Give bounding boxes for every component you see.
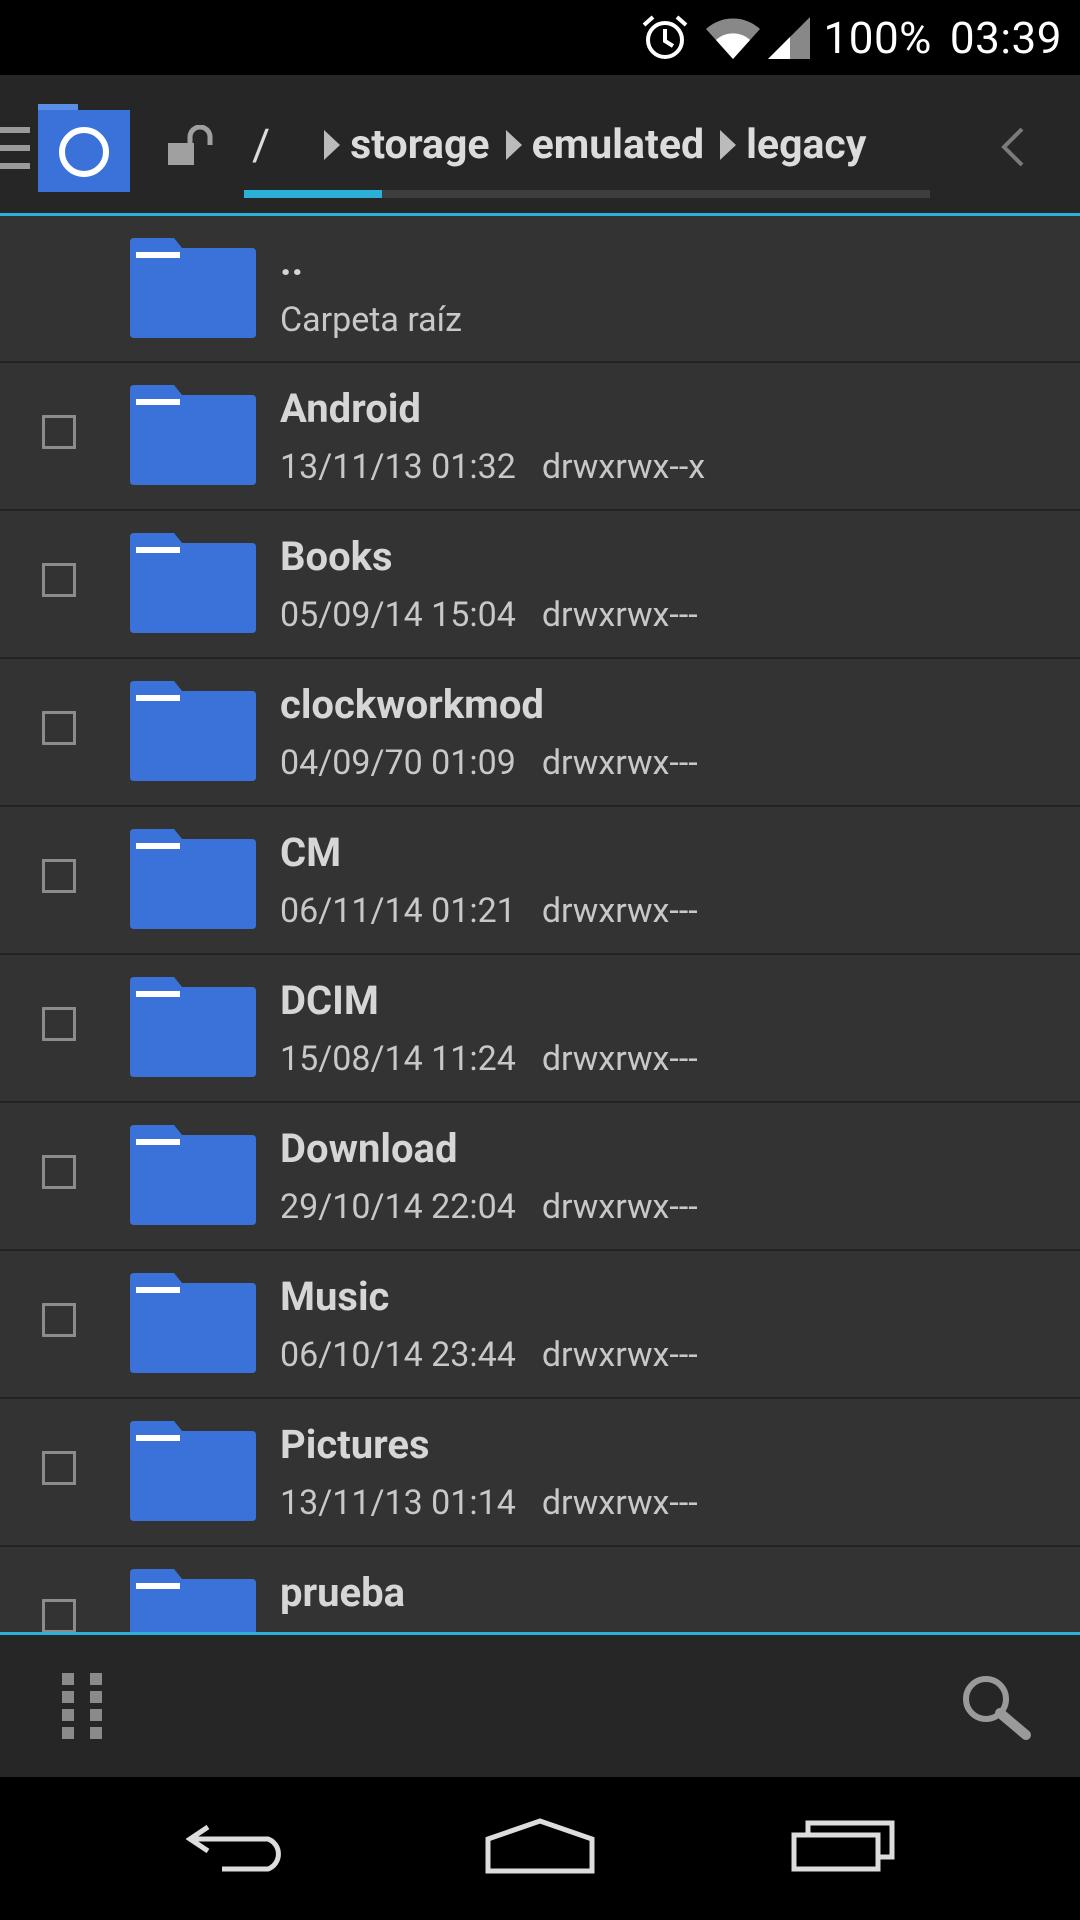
folder-icon <box>130 238 256 342</box>
item-date: 29/10/14 22:04 <box>280 1187 516 1227</box>
list-item-parent[interactable]: .. Carpeta raíz <box>0 216 1080 363</box>
unlock-icon[interactable] <box>166 124 218 173</box>
item-permissions: drwxrwx--- <box>541 891 698 931</box>
folder-icon <box>130 1421 256 1525</box>
item-permissions: drwxrwx--- <box>541 1039 698 1079</box>
list-item[interactable]: prueba <box>0 1547 1080 1632</box>
alarm-icon <box>640 13 690 63</box>
item-subtitle: Carpeta raíz <box>280 300 462 340</box>
item-name: Books <box>280 533 393 580</box>
clock: 03:39 <box>949 11 1062 64</box>
item-checkbox[interactable] <box>42 1303 76 1337</box>
list-item[interactable]: clockworkmod 04/09/70 01:09 drwxrwx--- <box>0 659 1080 807</box>
item-meta: 06/11/14 01:21 drwxrwx--- <box>280 891 698 931</box>
item-checkbox[interactable] <box>42 1007 76 1041</box>
item-meta: 15/08/14 11:24 drwxrwx--- <box>280 1039 698 1079</box>
folder-icon <box>130 385 256 489</box>
folder-icon <box>130 1125 256 1229</box>
breadcrumb-arrow-icon <box>322 130 341 160</box>
item-date: 05/09/14 15:04 <box>280 595 516 635</box>
item-permissions: drwxrwx--- <box>541 1335 698 1375</box>
item-date: 13/11/13 01:14 <box>280 1483 516 1523</box>
breadcrumb-arrow-icon <box>504 130 522 160</box>
menu-icon[interactable] <box>0 125 30 175</box>
item-permissions: drwxrwx--- <box>541 1483 698 1523</box>
list-item[interactable]: Android 13/11/13 01:32 drwxrwx--x <box>0 363 1080 511</box>
item-meta: 13/11/13 01:32 drwxrwx--x <box>280 447 705 487</box>
item-checkbox[interactable] <box>42 1599 76 1632</box>
item-date: 06/11/14 01:21 <box>280 891 516 931</box>
item-name: DCIM <box>280 977 379 1024</box>
item-checkbox[interactable] <box>42 1155 76 1189</box>
item-name: prueba <box>280 1569 406 1616</box>
folder-icon <box>130 681 256 785</box>
battery-level: 100% <box>823 11 932 64</box>
item-name: Music <box>280 1273 390 1320</box>
item-date: 04/09/70 01:09 <box>280 743 516 783</box>
breadcrumb-scroll-thumb[interactable] <box>244 190 382 198</box>
list-item[interactable]: DCIM 15/08/14 11:24 drwxrwx--- <box>0 955 1080 1103</box>
list-item[interactable]: Books 05/09/14 15:04 drwxrwx--- <box>0 511 1080 659</box>
item-checkbox[interactable] <box>42 563 76 597</box>
item-permissions: drwxrwx--- <box>541 595 698 635</box>
item-checkbox[interactable] <box>42 415 76 449</box>
back-icon[interactable] <box>185 1817 292 1877</box>
system-nav-bar <box>0 1777 1080 1920</box>
signal-icon <box>766 15 812 61</box>
breadcrumb-arrow-icon <box>718 130 737 160</box>
item-meta: 04/09/70 01:09 drwxrwx--- <box>280 743 698 783</box>
wifi-icon <box>704 15 762 61</box>
breadcrumb: / storage emulated legacy <box>240 115 866 175</box>
folder-icon <box>130 1569 256 1632</box>
folder-icon <box>130 533 256 637</box>
status-bar: 100% 03:39 <box>0 0 1080 75</box>
list-item[interactable]: Download 29/10/14 22:04 drwxrwx--- <box>0 1103 1080 1251</box>
folder-icon <box>130 829 256 933</box>
bottom-action-bar <box>0 1632 1080 1777</box>
grip-icon[interactable] <box>62 1673 104 1743</box>
item-name: CM <box>280 829 342 876</box>
chevron-left-icon[interactable] <box>1000 127 1026 171</box>
item-meta: 05/09/14 15:04 drwxrwx--- <box>280 595 698 635</box>
item-name: Download <box>280 1125 458 1172</box>
breadcrumb-storage[interactable]: storage <box>350 121 489 169</box>
item-checkbox[interactable] <box>42 859 76 893</box>
search-icon[interactable] <box>960 1673 1032 1745</box>
item-checkbox[interactable] <box>42 1451 76 1485</box>
folder-icon <box>130 1273 256 1377</box>
item-date: 13/11/13 01:32 <box>280 447 516 487</box>
folder-icon <box>130 977 256 1081</box>
item-permissions: drwxrwx--- <box>541 743 698 783</box>
item-meta: 06/10/14 23:44 drwxrwx--- <box>280 1335 698 1375</box>
toolbar: / storage emulated legacy <box>0 75 1080 216</box>
recents-icon[interactable] <box>790 1817 896 1877</box>
item-checkbox[interactable] <box>42 711 76 745</box>
item-meta: 13/11/13 01:14 drwxrwx--- <box>280 1483 698 1523</box>
app-logo-icon[interactable] <box>36 102 132 198</box>
list-item[interactable]: Pictures 13/11/13 01:14 drwxrwx--- <box>0 1399 1080 1547</box>
item-permissions: drwxrwx--- <box>541 1187 698 1227</box>
file-list: .. Carpeta raíz Android 13/11/13 01:32 dr… <box>0 216 1080 1632</box>
list-item[interactable]: Music 06/10/14 23:44 drwxrwx--- <box>0 1251 1080 1399</box>
item-permissions: drwxrwx--x <box>541 447 706 487</box>
item-meta: 29/10/14 22:04 drwxrwx--- <box>280 1187 698 1227</box>
breadcrumb-emulated[interactable]: emulated <box>532 121 705 169</box>
item-date: 15/08/14 11:24 <box>280 1039 516 1079</box>
list-item[interactable]: CM 06/11/14 01:21 drwxrwx--- <box>0 807 1080 955</box>
home-icon[interactable] <box>484 1817 596 1879</box>
item-name: Android <box>280 385 421 432</box>
breadcrumb-legacy[interactable]: legacy <box>746 121 866 169</box>
item-name: .. <box>280 238 304 285</box>
breadcrumb-root[interactable]: / <box>252 119 270 171</box>
item-name: clockworkmod <box>280 681 544 728</box>
item-name: Pictures <box>280 1421 430 1468</box>
item-date: 06/10/14 23:44 <box>280 1335 516 1375</box>
